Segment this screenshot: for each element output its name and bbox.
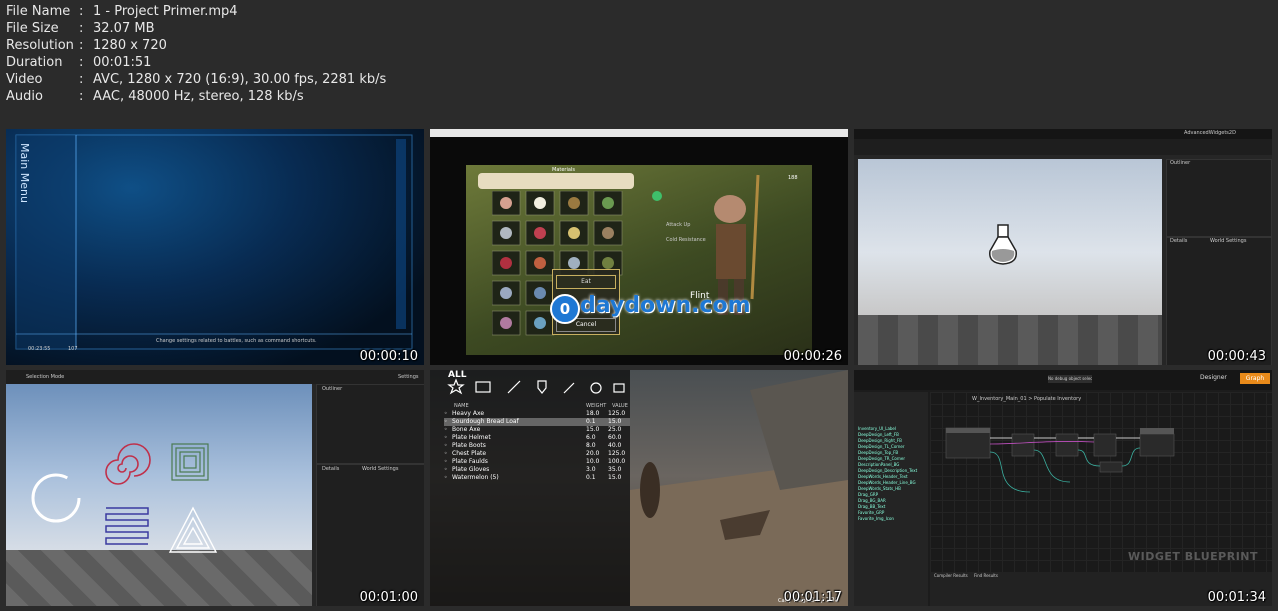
thumbnail-5[interactable]: ALL NAME WEIGHT VALUE ◦ Heavy Axe 18.0 125.… [430,370,848,606]
info-row-file-size: File Size:32.07 MB [6,21,155,36]
list-item-selected[interactable]: ◦ Sourdough Bread Loaf 0.1 15.0 [444,418,630,426]
timestamp: 00:01:34 [1207,590,1266,605]
outliner-title: Outliner [1170,160,1191,166]
details-title: Details [322,466,340,472]
eat-button[interactable]: Eat [556,275,616,289]
timestamp: 00:01:17 [783,590,842,605]
ue-toolbar [854,139,1272,155]
main-menu-title-wrap: Main Menu [17,143,31,223]
selection-mode[interactable]: Selection Mode [26,374,64,380]
designer-button[interactable]: Designer [1200,374,1227,381]
blue-menu-art [15,134,413,350]
thumbnail-6[interactable]: No debug object selected Designer Graph … [854,370,1272,606]
details-panel [316,464,424,606]
col-weight: WEIGHT [586,403,607,409]
widget-blueprint-watermark: WIDGET BLUEPRINT [1128,550,1259,563]
info-row-file-name: File Name:1 - Project Primer.mp4 [6,4,238,19]
materials-tab-bar [478,173,634,189]
list-item[interactable]: ◦ Chest Plate 20.0 125.0 [444,450,630,458]
stat-icon [652,191,662,201]
my-blueprint-panel: Inventory_UI_Label DeepDesign_Left_FB De… [854,392,928,606]
col-value: VALUE [612,403,628,409]
corner-time: 00:23:55 [28,346,51,352]
viewport-floor [858,315,1162,365]
variable-list: Inventory_UI_Label DeepDesign_Left_FB De… [854,392,928,522]
list-item[interactable]: ◦ Bone Axe 15.0 25.0 [444,426,630,434]
list-item[interactable]: ◦ Watermelon (5) 0.1 15.0 [444,474,630,482]
compiler-results-tab[interactable]: Compiler Results [934,573,968,578]
timestamp: 00:01:00 [359,590,418,605]
potion-flask-icon [989,224,1017,265]
settings-label[interactable]: Settings [398,374,419,380]
thumbnail-1[interactable]: Main Menu Change settings related to bat… [6,129,424,365]
corner-value: 107 [68,346,78,352]
game-scene [630,370,848,606]
watermark-logo-icon: 0 [550,294,580,324]
stat-attack-up: Attack Up [666,222,691,228]
debug-object-select[interactable]: No debug object selected [1048,375,1092,383]
list-item[interactable]: ◦ Plate Boots 8.0 40.0 [444,442,630,450]
variable-item[interactable]: Favorite_Img_Icon [854,516,928,522]
inventory-list: ◦ Heavy Axe 18.0 125.0 ◦ Sourdough Bread Loa… [444,410,630,482]
col-name: NAME [454,403,469,409]
materials-title: Materials [552,167,575,173]
info-row-audio: Audio: AAC, 48000 Hz, stereo, 128 kb/s [6,89,304,104]
menu-caption: Change settings related to battles, such… [156,338,317,344]
ue-toolbar [6,370,424,384]
timestamp: 00:00:43 [1207,349,1266,364]
thumbnail-2[interactable]: Materials Eat Cancel Attack Up Cold Resi… [430,129,848,365]
list-item[interactable]: ◦ Plate Faulds 10.0 100.0 [444,458,630,466]
info-row-video: Video: AVC, 1280 x 720 (16:9), 30.00 fps,… [6,72,387,87]
timestamp: 00:00:10 [359,349,418,364]
project-name: AdvancedWidgets2D [1184,130,1236,136]
heart-count: 188 [788,175,798,181]
browser-bar [430,129,848,137]
debug-shapes [31,443,218,553]
details-panel [1166,237,1272,365]
outliner-panel [1166,159,1272,237]
world-settings-title: World Settings [362,466,399,472]
thumbnail-3[interactable]: AdvancedWidgets2D Outliner Details World… [854,129,1272,365]
info-row-resolution: Resolution:1280 x 720 [6,38,167,53]
details-title: Details [1170,238,1188,244]
file-info-panel: File Name:1 - Project Primer.mp4 File Si… [6,3,386,105]
main-menu-title: Main Menu [18,143,31,203]
category-icons [447,378,625,395]
graph-button[interactable]: Graph [1240,373,1270,384]
thumbnail-4[interactable]: Selection Mode Settings Outliner Details… [6,370,424,606]
outliner-panel [316,384,424,464]
find-results-tab[interactable]: Find Results [974,573,998,578]
watermark-text: daydown.com [580,293,751,318]
list-item[interactable]: ◦ Heavy Axe 18.0 125.0 [444,410,630,418]
outliner-title: Outliner [322,386,343,392]
timestamp: 00:00:26 [783,349,842,364]
blueprint-nodes [945,427,1175,493]
list-item[interactable]: ◦ Plate Gloves 3.0 35.0 [444,466,630,474]
world-settings-title: World Settings [1210,238,1247,244]
info-row-duration: Duration:00:01:51 [6,55,152,70]
list-item[interactable]: ◦ Plate Helmet 6.0 60.0 [444,434,630,442]
